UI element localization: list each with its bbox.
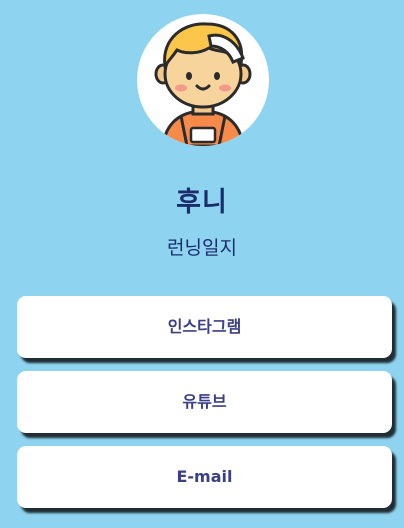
email-link-button[interactable]: E-mail [17,446,392,508]
profile-subtitle: 런닝일지 [167,237,237,259]
avatar [137,14,269,146]
profile-header: 후니 런닝일지 [0,0,404,290]
link-list: 인스타그램 유튜브 E-mail [17,296,392,521]
runner-avatar-icon [154,22,252,146]
youtube-link-button[interactable]: 유튜브 [17,371,392,433]
instagram-link-button[interactable]: 인스타그램 [17,296,392,358]
profile-name: 후니 [176,187,228,218]
